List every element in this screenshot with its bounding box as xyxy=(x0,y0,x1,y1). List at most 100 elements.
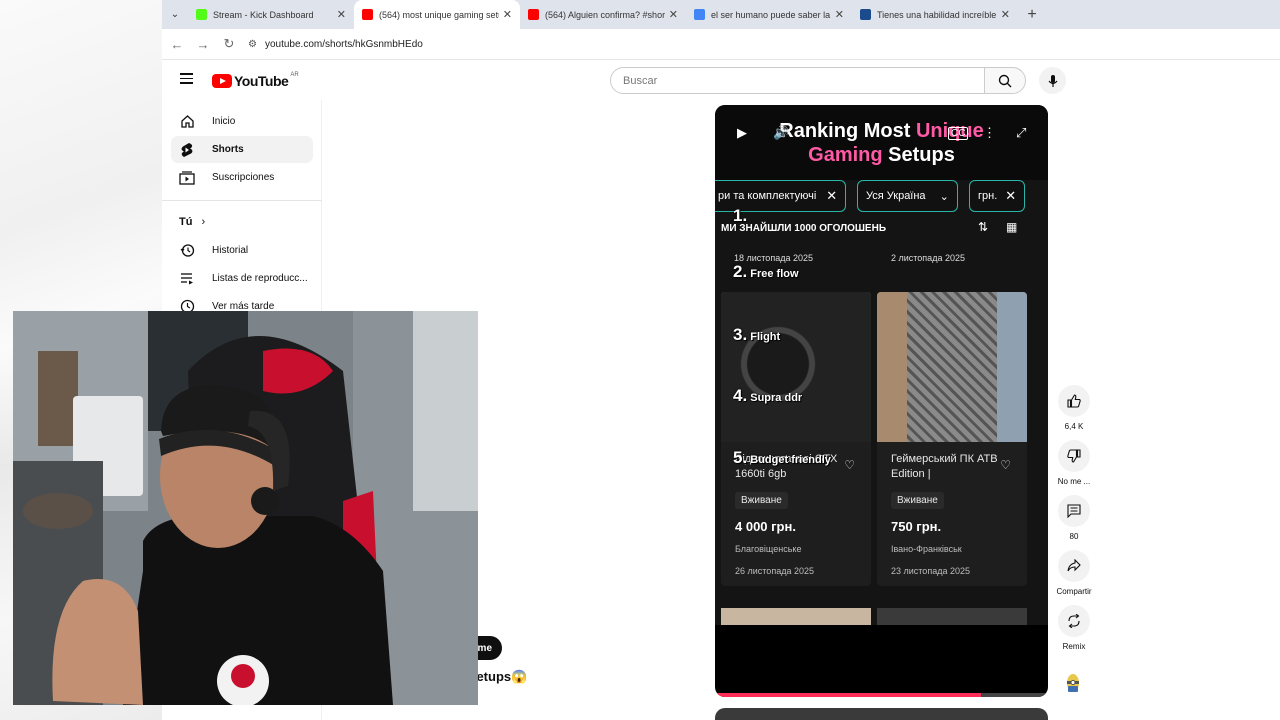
close-tab-icon[interactable]: ✕ xyxy=(669,8,678,21)
listing-price: 4 000 грн. xyxy=(735,519,796,534)
comments-button[interactable]: 80 xyxy=(1053,495,1095,541)
heart-icon: ♡ xyxy=(1000,458,1011,472)
rank-label: Flight xyxy=(750,331,781,343)
youtube-wordmark: YouTube xyxy=(234,73,289,89)
captions-icon[interactable]: CC xyxy=(948,127,969,140)
close-icon: ✕ xyxy=(826,188,838,203)
browser-toolbar: ← → ↻ ⚙ youtube.com/shorts/hkGsnmbHEdo xyxy=(162,29,1280,60)
remix-label: Remix xyxy=(1062,642,1086,651)
rank-4: 4. Supra ddr xyxy=(733,386,802,406)
kick-icon xyxy=(196,9,207,20)
voice-search-button[interactable] xyxy=(1039,67,1066,94)
listing-date: 2 листопада 2025 xyxy=(891,253,965,263)
chevron-down-icon: ⌄ xyxy=(939,190,949,203)
sidebar-item-shorts[interactable]: Shorts xyxy=(171,136,313,163)
close-icon: ✕ xyxy=(1005,188,1017,203)
share-icon xyxy=(1067,559,1081,572)
listing-date: 23 листопада 2025 xyxy=(891,566,970,576)
channel-avatar[interactable] xyxy=(1063,672,1083,694)
browser-tab-strip: ⌄ Stream - Kick Dashboard ✕ (564) most uni… xyxy=(162,0,1280,29)
back-arrow-icon[interactable]: ← xyxy=(164,37,190,52)
sidebar-item-inicio[interactable]: Inicio xyxy=(171,108,313,135)
close-tab-icon[interactable]: ✕ xyxy=(1001,8,1010,21)
search-icon xyxy=(998,74,1012,87)
remix-icon xyxy=(1068,614,1080,628)
next-short-preview[interactable] xyxy=(715,708,1048,720)
heart-icon: ♡ xyxy=(844,458,855,472)
filter-chip-currency: грн. ✕ xyxy=(969,180,1026,212)
search-placeholder: Buscar xyxy=(623,74,658,87)
video-progress-bar[interactable] xyxy=(715,693,1048,697)
close-tab-icon[interactable]: ✕ xyxy=(337,8,346,21)
browser-tab[interactable]: (564) most unique gaming setu ✕ xyxy=(354,0,520,29)
sidebar-item-historial[interactable]: Historial xyxy=(171,237,313,264)
chevron-right-icon: › xyxy=(201,216,206,228)
fullscreen-icon[interactable]: ⤢ xyxy=(1016,125,1026,141)
search-button[interactable] xyxy=(984,67,1026,94)
youtube-icon xyxy=(528,9,539,20)
chip-label: ри та комплектуючі xyxy=(718,190,817,202)
tab-title: el ser humano puede saber la t xyxy=(711,9,831,20)
dislike-button[interactable]: No me ... xyxy=(1053,440,1095,486)
like-icon xyxy=(1067,394,1081,408)
share-label: Compartir xyxy=(1056,587,1092,596)
short-video-player[interactable]: ри та комплектуючі ✕ Уся Україна ⌄ грн. ✕ М… xyxy=(715,105,1048,697)
country-code: AR xyxy=(290,72,299,78)
more-options-icon[interactable]: ⋮ xyxy=(983,125,996,141)
new-tab-button[interactable]: + xyxy=(1018,0,1046,29)
pc-case-photo xyxy=(877,292,1027,442)
like-button[interactable]: 6,4 K xyxy=(1053,385,1095,431)
remix-button[interactable]: Remix xyxy=(1053,605,1095,651)
rank-5: 5. Budget friendly xyxy=(733,448,831,468)
sidebar-item-listas[interactable]: Listas de reproducc... xyxy=(171,265,313,292)
shorts-icon xyxy=(179,142,195,158)
reload-icon[interactable]: ↻ xyxy=(216,36,242,52)
close-tab-icon[interactable]: ✕ xyxy=(503,8,512,21)
next-listing-row xyxy=(721,608,1027,625)
google-icon xyxy=(694,9,705,20)
search-input[interactable]: Buscar xyxy=(610,67,985,94)
menu-icon[interactable] xyxy=(180,73,193,87)
forward-arrow-icon[interactable]: → xyxy=(190,37,216,52)
listing-condition: Вживане xyxy=(735,492,788,509)
rank-number: 1. xyxy=(733,206,748,225)
gpu-photo xyxy=(721,292,871,442)
rank-number: 5. xyxy=(733,448,748,467)
rank-label: Budget friendly xyxy=(750,454,831,466)
sidebar-item-label: Historial xyxy=(212,245,249,256)
sidebar-item-suscripciones[interactable]: Suscripciones xyxy=(171,164,313,191)
rank-label: Free flow xyxy=(750,268,799,280)
site-info-icon[interactable]: ⚙ xyxy=(248,39,257,50)
rank-3: 3. Flight xyxy=(733,325,780,345)
browser-tab[interactable]: Stream - Kick Dashboard ✕ xyxy=(188,0,354,29)
subscriptions-icon xyxy=(179,170,195,186)
sidebar-you-heading[interactable]: Tú › xyxy=(179,216,205,228)
microphone-icon xyxy=(1048,74,1057,87)
volume-icon[interactable]: 🔊 xyxy=(773,125,789,141)
close-tab-icon[interactable]: ✕ xyxy=(835,8,844,21)
rank-number: 4. xyxy=(733,386,748,405)
play-icon[interactable]: ▶ xyxy=(737,125,747,141)
tab-title: Stream - Kick Dashboard xyxy=(213,9,314,20)
address-bar[interactable]: ⚙ youtube.com/shorts/hkGsnmbHEdo xyxy=(248,33,1248,56)
comment-icon xyxy=(1067,504,1081,518)
rank-2: 2. Free flow xyxy=(733,262,799,282)
overlay-title-text: Setups xyxy=(882,144,955,166)
browser-tab[interactable]: el ser humano puede saber la t ✕ xyxy=(686,0,852,29)
tab-search-chevron-icon[interactable]: ⌄ xyxy=(162,0,188,29)
rank-number: 3. xyxy=(733,325,748,344)
listing-city: Благовіщенське xyxy=(735,544,802,554)
browser-tab[interactable]: (564) Alguien confirma? #short ✕ xyxy=(520,0,686,29)
youtube-icon xyxy=(362,9,373,20)
streamer-webcam-overlay xyxy=(13,311,478,705)
sidebar-item-label: Inicio xyxy=(212,116,236,127)
browser-tab[interactable]: Tienes una habilidad increíble c ✕ xyxy=(852,0,1018,29)
rank-number: 2. xyxy=(733,262,748,281)
youtube-logo[interactable]: YouTube AR xyxy=(212,72,299,89)
overlay-title-highlight: Gaming xyxy=(808,144,883,166)
sidebar-item-label: Suscripciones xyxy=(212,172,275,183)
share-button[interactable]: Compartir xyxy=(1053,550,1095,596)
c-icon xyxy=(860,9,871,20)
listing-condition: Вживане xyxy=(891,492,944,509)
tab-title: (564) most unique gaming setu xyxy=(379,9,499,20)
